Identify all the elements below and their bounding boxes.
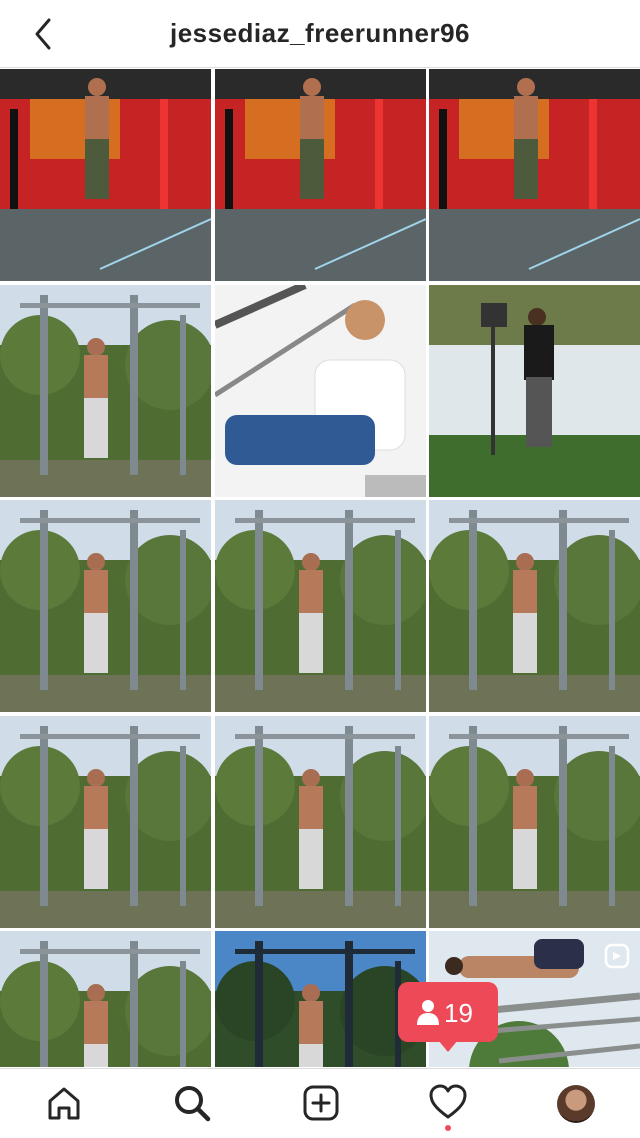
tab-activity[interactable] (428, 1083, 468, 1123)
person-icon (417, 1000, 439, 1025)
post-image (214, 500, 426, 712)
post-image (0, 69, 211, 281)
top-bar: jessediaz_freerunner96 (0, 0, 640, 68)
new-post-icon (303, 1085, 339, 1121)
grid-post-thumbnail[interactable] (214, 500, 426, 712)
activity-heart-icon (429, 1084, 467, 1119)
post-image (214, 931, 426, 1067)
notification-count: 19 (444, 998, 473, 1028)
search-icon (175, 1086, 211, 1122)
post-image (214, 69, 426, 281)
grid-post-thumbnail[interactable] (214, 715, 426, 928)
grid-post-thumbnail[interactable] (0, 931, 211, 1067)
activity-indicator-dot (445, 1125, 451, 1131)
post-image (429, 500, 640, 712)
grid-post-thumbnail[interactable] (429, 284, 640, 497)
profile-avatar[interactable] (557, 1085, 595, 1123)
post-image (0, 284, 211, 497)
post-image (0, 500, 211, 712)
tab-home[interactable] (44, 1083, 84, 1123)
grid-post-thumbnail[interactable] (214, 69, 426, 281)
follower-notification-bubble[interactable]: 19 (398, 982, 498, 1042)
reels-icon (604, 943, 630, 969)
post-image (0, 931, 211, 1067)
grid-post-thumbnail[interactable] (214, 284, 426, 497)
home-icon (48, 1087, 80, 1120)
tab-search[interactable] (172, 1083, 212, 1123)
posts-grid (0, 69, 640, 1067)
post-image (429, 69, 640, 281)
post-image (214, 715, 426, 928)
post-image (0, 715, 211, 928)
grid-post-thumbnail[interactable] (214, 931, 426, 1067)
grid-post-thumbnail[interactable] (0, 69, 211, 281)
grid-post-thumbnail[interactable] (0, 715, 211, 928)
tab-new-post[interactable] (301, 1083, 341, 1123)
bottom-tab-bar (0, 1068, 640, 1138)
post-image (429, 715, 640, 928)
grid-post-thumbnail[interactable] (429, 715, 640, 928)
post-image (429, 284, 640, 497)
post-image (214, 284, 426, 497)
grid-post-thumbnail[interactable] (429, 69, 640, 281)
grid-post-thumbnail[interactable] (0, 500, 211, 712)
grid-post-thumbnail[interactable] (0, 284, 211, 497)
grid-post-thumbnail[interactable] (429, 500, 640, 712)
profile-username-title: jessediaz_freerunner96 (169, 18, 471, 48)
